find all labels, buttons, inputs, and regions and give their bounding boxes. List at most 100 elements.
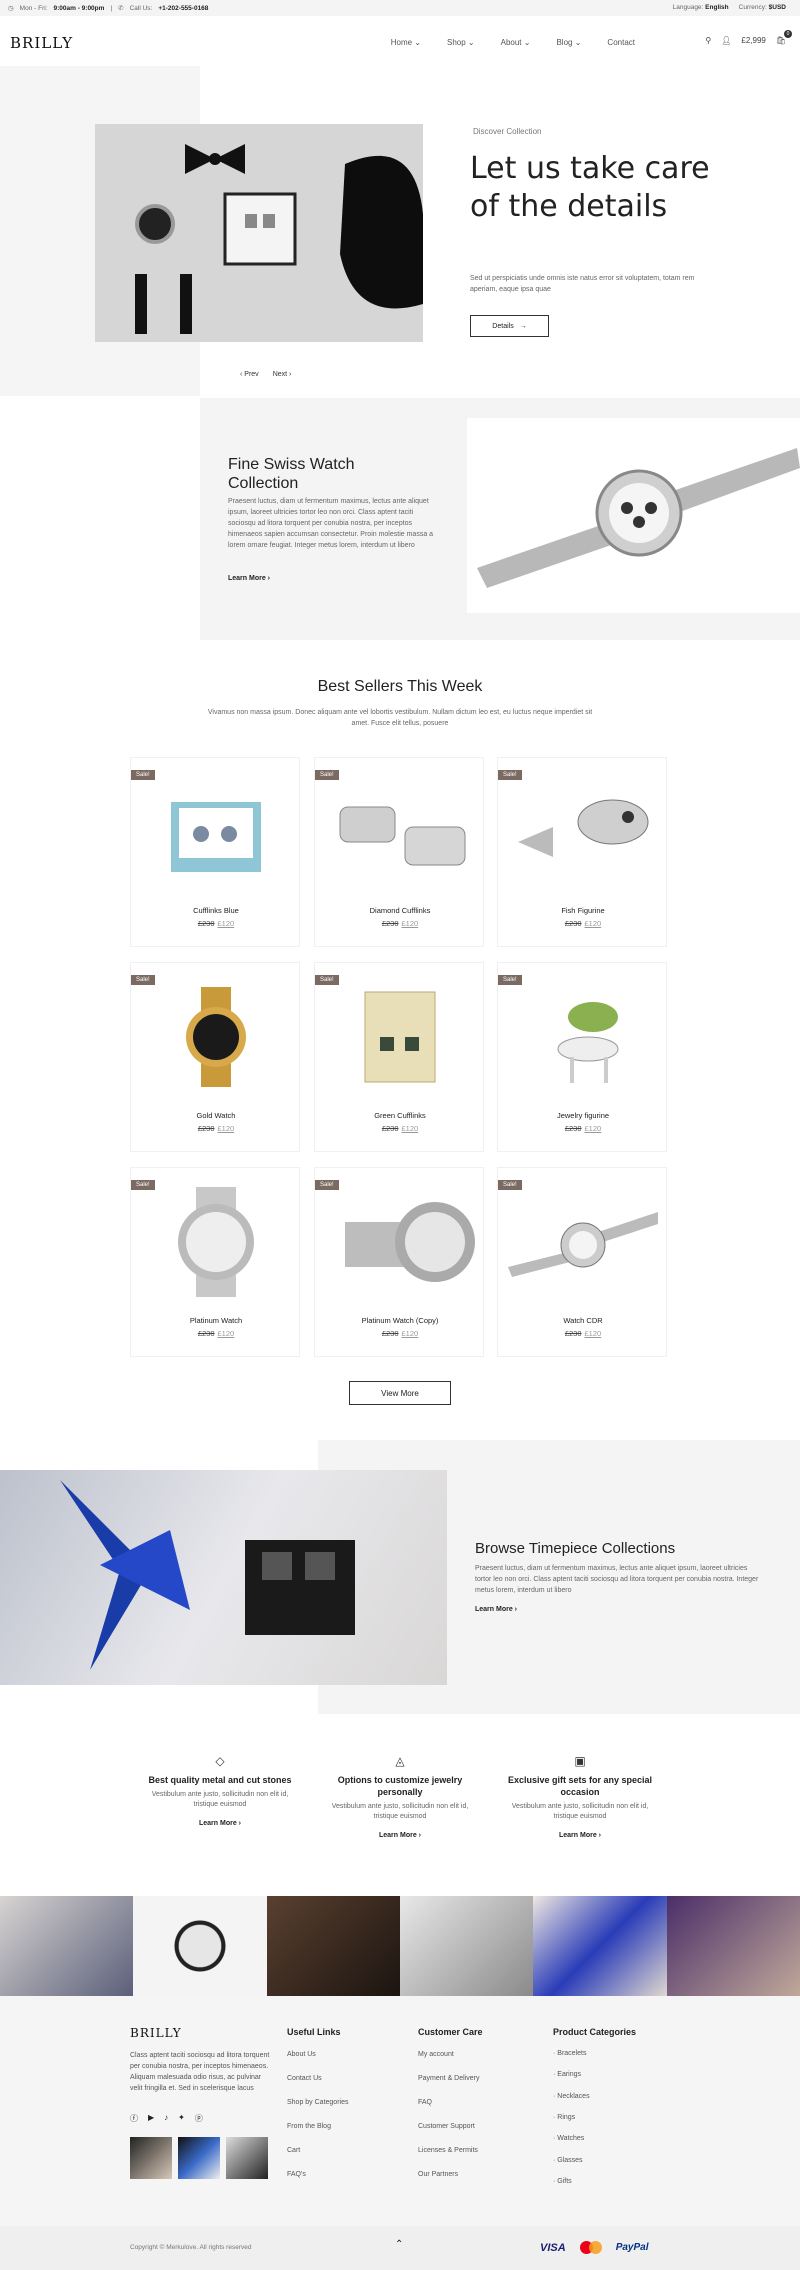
product-name[interactable]: Diamond Cufflinks [315,906,485,915]
view-more-button[interactable]: View More [349,1381,451,1405]
product-image[interactable] [325,977,475,1095]
youtube-icon[interactable]: ▶ [148,2113,154,2124]
footer-thumb[interactable] [130,2137,172,2179]
product-image[interactable] [508,1182,658,1300]
product-card[interactable]: Sale! Green Cufflinks £230 £120 [314,962,484,1152]
footer-thumb[interactable] [178,2137,220,2179]
copyright: Copyright © Merkulove. All rights reserv… [130,2244,252,2251]
nav-home[interactable]: Home ⌄ [391,38,421,47]
tiktok-icon[interactable]: ♪ [164,2113,168,2124]
product-name[interactable]: Green Cufflinks [315,1111,485,1120]
phone-icon: ✆ [118,5,124,12]
product-name[interactable]: Cufflinks Blue [131,906,301,915]
product-price: £230 £120 [498,1329,668,1338]
product-name[interactable]: Watch CDR [498,1316,668,1325]
feature-text: Vestibulum ante justo, sollicitudin non … [331,1803,469,1820]
product-card[interactable]: Sale! Fish Figurine £230 £120 [497,757,667,947]
product-name[interactable]: Jewelry figurine [498,1111,668,1120]
phone-number[interactable]: +1-202-555-0168 [158,5,208,12]
browse-image [0,1470,447,1685]
useful-link[interactable]: FAQ's [287,2171,306,2178]
cats-link[interactable]: · Earings [553,2071,581,2078]
search-icon[interactable]: ⚲ [705,36,711,45]
cats-link[interactable]: · Glasses [553,2157,583,2164]
chevron-down-icon: ⌄ [467,38,475,47]
browse-title: Browse Timepiece Collections [475,1540,676,1557]
details-button[interactable]: Details → [470,315,549,337]
product-card[interactable]: Sale! Gold Watch £230 £120 [130,962,300,1152]
cats-link[interactable]: · Bracelets [553,2050,586,2057]
gallery-image[interactable] [399,1896,534,1996]
care-link[interactable]: Payment & Delivery [418,2075,479,2082]
nav-shop[interactable]: Shop ⌄ [447,38,475,47]
feature-learn-more[interactable]: Learn More › [505,1832,655,1839]
gallery-image[interactable] [0,1896,134,1996]
gallery-image[interactable] [266,1896,400,1996]
cats-link[interactable]: · Gifts [553,2178,572,2185]
gallery-image[interactable] [133,1896,267,1996]
site-logo[interactable]: BRILLY [10,34,73,52]
care-link[interactable]: My account [418,2051,454,2058]
product-image[interactable] [325,772,475,890]
useful-link[interactable]: Cart [287,2147,300,2154]
next-button[interactable]: Next › [273,371,292,378]
product-name[interactable]: Fish Figurine [498,906,668,915]
prev-button[interactable]: ‹ Prev [240,371,259,378]
learn-more-label: Learn More [475,1606,513,1613]
product-name[interactable]: Platinum Watch (Copy) [315,1316,485,1325]
cats-link[interactable]: · Watches [553,2135,584,2142]
care-link[interactable]: Our Partners [418,2171,458,2178]
currency-selector[interactable]: Currency: $USD [739,4,786,11]
product-card[interactable]: Sale! Jewelry figurine £230 £120 [497,962,667,1152]
care-link[interactable]: Customer Support [418,2123,475,2130]
scroll-top-icon[interactable]: ⌃ [395,2239,403,2250]
facebook-icon[interactable]: ⓕ [130,2113,138,2124]
payment-methods: VISA PayPal [540,2241,649,2254]
cats-link[interactable]: · Necklaces [553,2093,590,2100]
cart-total[interactable]: £2,999 [741,36,765,45]
product-image[interactable] [508,772,658,890]
footer-logo[interactable]: BRILLY [130,2026,182,2040]
product-card[interactable]: Sale! Platinum Watch (Copy) £230 £120 [314,1167,484,1357]
cart-icon[interactable]: 🛍︎ 0 [776,30,792,45]
language-selector[interactable]: Language: English [673,4,729,11]
feature-learn-more[interactable]: Learn More › [145,1820,295,1827]
footer-thumb[interactable] [226,2137,268,2179]
pinterest-icon[interactable]: ⓟ [195,2113,203,2124]
useful-link[interactable]: Shop by Categories [287,2099,348,2106]
product-name[interactable]: Platinum Watch [131,1316,301,1325]
sale-badge: Sale! [315,975,339,985]
product-image[interactable] [141,772,291,890]
nav-blog[interactable]: Blog ⌄ [556,38,581,47]
gallery-image[interactable] [533,1896,667,1996]
swiss-learn-more[interactable]: Learn More › [228,575,270,582]
useful-link[interactable]: About Us [287,2051,316,2058]
browse-learn-more[interactable]: Learn More › [475,1606,517,1613]
new-price: £120 [401,1329,419,1338]
useful-link[interactable]: From the Blog [287,2123,331,2130]
product-card[interactable]: Sale! Cufflinks Blue £230 £120 [130,757,300,947]
product-card[interactable]: Sale! Diamond Cufflinks £230 £120 [314,757,484,947]
old-price: £230 [564,1124,582,1133]
cats-link[interactable]: · Rings [553,2114,575,2121]
diamond-icon: ◇ [215,1754,225,1768]
user-icon[interactable]: 👤︎ [721,36,731,45]
product-card[interactable]: Sale! Platinum Watch £230 £120 [130,1167,300,1357]
product-image[interactable] [141,1182,291,1300]
feature-title: Options to customize jewelry personally [337,1775,463,1797]
nav-about[interactable]: About ⌄ [501,38,531,47]
old-price: £230 [381,1329,399,1338]
twitter-icon[interactable]: ✦ [178,2113,185,2124]
care-link[interactable]: Licenses & Permits [418,2147,478,2154]
nav-label: Shop [447,38,466,47]
care-link[interactable]: FAQ [418,2099,432,2106]
product-image[interactable] [508,977,658,1095]
product-card[interactable]: Sale! Watch CDR £230 £120 [497,1167,667,1357]
gallery-image[interactable] [666,1896,800,1996]
product-image[interactable] [141,977,291,1095]
useful-link[interactable]: Contact Us [287,2075,322,2082]
feature-learn-more[interactable]: Learn More › [325,1832,475,1839]
product-name[interactable]: Gold Watch [131,1111,301,1120]
product-image[interactable] [325,1182,475,1300]
nav-contact[interactable]: Contact [607,38,635,47]
